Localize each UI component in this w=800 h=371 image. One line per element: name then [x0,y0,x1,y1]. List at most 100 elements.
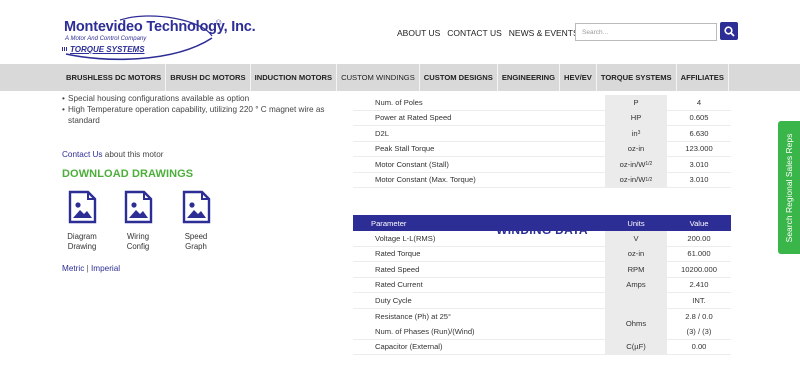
image-file-icon [68,190,97,224]
sales-reps-label: Search Regional Sales Reps [784,133,794,242]
sales-reps-side-tab[interactable]: Search Regional Sales Reps [778,121,800,254]
header-parameter: Parameter [371,218,407,228]
contact-line-text: about this motor [102,150,164,159]
download-label-line2: Graph [185,241,207,251]
spec-value: 123.000 [685,144,713,154]
winding-param: Capacitor (External) [375,342,443,352]
download-label-line1: Speed [184,232,208,241]
logo-mark: ☺ [214,17,224,27]
winding-value: 200.00 [687,233,711,243]
spec-unit: in 3 [605,126,667,141]
nav-brush-dc-motors[interactable]: BRUSH DC MOTORS [166,64,251,91]
winding-param: Voltage L-L(RMS) [375,233,436,243]
unit-separator: | [86,264,89,273]
table-row: Power at Rated Speed HP 0.605 [353,110,731,126]
winding-param: Resistance (Ph) at 25° [375,311,452,321]
main-nav: BRUSHLESS DC MOTORS BRUSH DC MOTORS INDU… [0,64,800,91]
table-row: Voltage L-L(RMS) V 200.00 [353,231,731,247]
top-link-contact-us[interactable]: CONTACT US [447,28,501,38]
spec-unit: oz-in [605,141,667,156]
winding-unit: Amps [605,277,667,292]
download-speed-graph[interactable]: Speed Graph [172,190,220,251]
winding-value: INT. [692,295,706,305]
winding-param: Duty Cycle [375,295,412,305]
unit-toggle: Metric | Imperial [62,264,120,273]
winding-value: 10200.000 [681,264,717,274]
spec-unit: oz-in/W 1/2 [605,157,667,172]
specs-table: Num. of Poles P 4 Power at Rated Speed H… [353,95,731,188]
spec-name: Motor Constant (Max. Torque) [375,175,476,185]
table-row: Peak Stall Torque oz-in 123.000 [353,141,731,157]
download-wiring-config[interactable]: Wiring Config [114,190,162,251]
contact-us-link[interactable]: Contact Us [62,150,103,159]
winding-unit: Ohms [605,308,667,339]
download-label-line2: Drawing [67,241,97,251]
download-label-line1: Diagram [67,232,97,241]
spec-name: Peak Stall Torque [375,144,435,154]
table-row: Duty Cycle INT. [353,293,731,309]
download-diagram-drawing[interactable]: Diagram Drawing [58,190,106,251]
nav-engineering[interactable]: ENGINEERING [498,64,561,91]
header-units: Units [627,218,645,228]
winding-unit: V [605,231,667,246]
metric-link[interactable]: Metric [62,264,84,273]
spec-value: 3.010 [689,159,709,169]
top-link-news-events[interactable]: NEWS & EVENTS [509,28,579,38]
logo-sub-brand: TORQUE SYSTEMS [70,45,145,54]
feature-list: Special housing configurations available… [62,93,352,126]
table-row: Rated Current Amps 2.410 [353,277,731,293]
downloads-title: DOWNLOAD DRAWINGS [62,168,194,180]
search-button[interactable] [720,22,738,40]
unit-exponent: 1/2 [645,176,653,183]
winding-param: Num. of Phases (Run)/(Wind) [375,326,475,336]
table-row: Rated Torque oz-in 61.000 [353,246,731,262]
table-row: Rated Speed RPM 10200.000 [353,262,731,278]
unit-exponent: 1/2 [645,161,653,168]
winding-value: 2.410 [689,280,709,290]
contact-line: Contact Us about this motor [62,150,163,159]
nav-hev-ev[interactable]: HEV/EV [560,64,597,91]
nav-custom-windings[interactable]: CUSTOM WINDINGS [337,64,420,91]
winding-data-table: Parameter Units Value Voltage L-L(RMS) V… [353,215,731,355]
winding-unit: RPM [605,262,667,277]
feature-bullet: Special housing configurations available… [62,93,352,104]
logo-tagline: A Motor And Control Company [65,36,147,42]
winding-param: Rated Speed [375,264,420,274]
feature-bullet: High Temperature operation capability, u… [62,104,352,126]
nav-brushless-dc-motors[interactable]: BRUSHLESS DC MOTORS [62,64,167,91]
logo-company-name: Montevideo Technology, Inc. [64,19,256,35]
winding-param: Rated Current [375,280,423,290]
table-row: Motor Constant (Stall) oz-in/W 1/2 3.010 [353,157,731,173]
top-nav: ABOUT US CONTACT US NEWS & EVENTS [397,28,579,38]
winding-value: 0.00 [691,342,707,352]
spec-name: D2L [375,128,389,138]
winding-value-group: 2.8 / 0.0 (3) / (3) [667,309,731,339]
top-link-about-us[interactable]: ABOUT US [397,28,440,38]
search-input[interactable] [575,23,717,41]
winding-unit: oz-in [605,246,667,261]
spec-value: 3.010 [689,175,709,185]
winding-value: 61.000 [687,249,711,259]
spec-value: 6.630 [689,128,709,138]
company-logo[interactable]: Montevideo Technology, Inc. ☺ A Motor An… [62,14,256,62]
nav-custom-designs[interactable]: CUSTOM DESIGNS [420,64,498,91]
logo-stripes-icon [62,47,68,51]
nav-affiliates[interactable]: AFFILIATES [677,64,729,91]
unit-base: oz-in/W [619,159,646,169]
table-row: Num. of Poles P 4 [353,95,731,111]
winding-param-group: Resistance (Ph) at 25° Num. of Phases (R… [353,309,605,339]
unit-base: oz-in/W [619,175,646,185]
imperial-link[interactable]: Imperial [91,264,120,273]
download-label-line1: Wiring [126,232,150,241]
spec-value: 4 [696,97,702,107]
nav-induction-motors[interactable]: INDUCTION MOTORS [251,64,338,91]
image-file-icon [182,190,211,224]
spec-value: 0.605 [689,113,709,123]
spec-name: Motor Constant (Stall) [375,159,449,169]
table-row: Motor Constant (Max. Torque) oz-in/W 1/2 … [353,172,731,188]
spec-unit: HP [605,110,667,125]
nav-torque-systems[interactable]: TORQUE SYSTEMS [597,64,677,91]
unit-exponent: 3 [637,130,641,137]
spec-unit: P [605,95,667,110]
spec-unit: oz-in/W 1/2 [605,172,667,187]
